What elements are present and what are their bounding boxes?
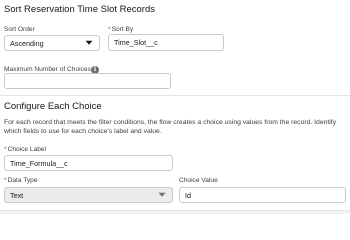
choice-value-label: Choice Value <box>179 177 218 184</box>
sort-by-field[interactable]: Time_Slot__c <box>108 34 224 51</box>
choice-label-field[interactable]: Time_Formula__c <box>4 155 173 171</box>
choice-label-label-text: Choice Label <box>7 146 47 153</box>
data-type-label: *Data Type <box>4 177 38 184</box>
choice-value-value: Id <box>185 190 191 200</box>
required-marker: * <box>4 146 7 153</box>
max-choices-input[interactable] <box>4 73 171 89</box>
data-type-select[interactable]: Text <box>4 187 173 203</box>
required-marker: * <box>108 26 111 33</box>
choice-label-value: Time_Formula__c <box>10 158 68 168</box>
sort-by-label-text: Sort By <box>111 26 134 33</box>
sort-order-value: Ascending <box>10 38 44 48</box>
data-type-label-text: Data Type <box>7 177 38 184</box>
sort-section-title: Sort Reservation Time Slot Records <box>4 4 156 15</box>
choice-value-field[interactable]: Id <box>179 187 346 203</box>
panel-footer-band <box>0 210 350 214</box>
sort-by-value: Time_Slot__c <box>114 38 158 47</box>
chevron-down-icon <box>85 40 93 45</box>
data-type-value: Text <box>10 190 24 200</box>
flow-builder-panel: Sort Reservation Time Slot Records Sort … <box>0 0 350 214</box>
section-divider <box>0 95 350 96</box>
configure-description: For each record that meets the filter co… <box>4 119 337 136</box>
sort-order-select[interactable]: Ascending <box>4 35 100 51</box>
required-marker: * <box>4 177 7 184</box>
configure-section-title: Configure Each Choice <box>4 101 102 112</box>
chevron-down-icon <box>158 192 166 197</box>
choice-label-label: *Choice Label <box>4 146 46 153</box>
sort-by-label: *Sort By <box>108 26 133 33</box>
max-choices-label: Maximum Number of Choices <box>4 66 91 73</box>
sort-order-label: Sort Order <box>4 26 35 33</box>
